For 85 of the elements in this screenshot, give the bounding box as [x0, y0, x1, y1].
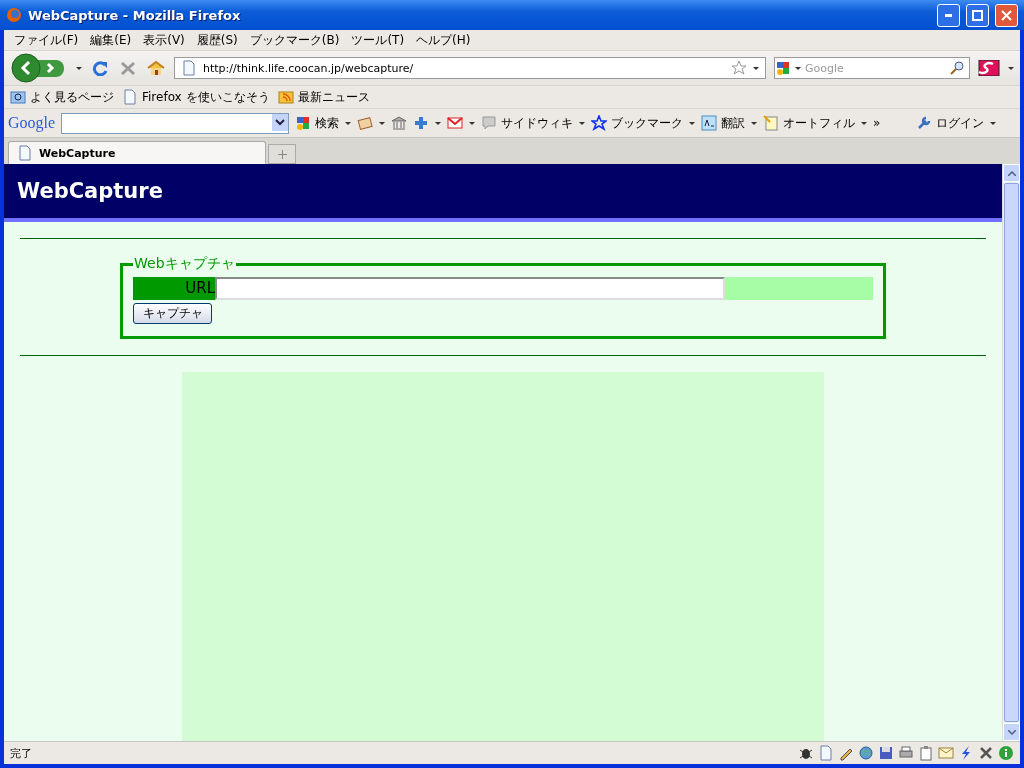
toolbar-item[interactable]: 翻訳 — [701, 114, 746, 132]
dropdown-icon[interactable] — [272, 113, 289, 131]
floppy-icon — [878, 745, 894, 761]
caret-icon[interactable] — [861, 121, 868, 125]
menu-item[interactable]: ヘルプ(H) — [410, 31, 477, 49]
close-button[interactable] — [995, 3, 1018, 27]
toolbar-item[interactable]: » — [873, 116, 881, 130]
caret-icon[interactable] — [753, 66, 759, 70]
page-icon — [17, 145, 33, 161]
page-icon — [181, 60, 197, 76]
globe-icon — [858, 745, 874, 761]
caret-icon[interactable] — [345, 121, 352, 125]
star-icon — [731, 60, 747, 76]
page-header: WebCapture — [4, 164, 1002, 222]
caret-icon[interactable] — [579, 121, 586, 125]
plus-icon — [413, 115, 430, 131]
url-input[interactable] — [215, 277, 725, 300]
caret-icon[interactable] — [435, 121, 442, 125]
caret-icon[interactable] — [990, 121, 997, 125]
url-label: URL — [133, 277, 215, 300]
menu-item[interactable]: 履歴(S) — [190, 31, 244, 49]
google-search-field[interactable] — [61, 112, 290, 134]
minimize-button[interactable] — [937, 3, 960, 27]
scrollbar[interactable] — [1002, 164, 1020, 741]
caret-icon[interactable] — [795, 66, 801, 70]
bookmark-card-icon — [357, 115, 374, 131]
star-icon — [591, 115, 608, 131]
envelope-icon — [938, 745, 954, 761]
toolbar-item[interactable]: サイドウィキ — [481, 114, 574, 132]
menu-item[interactable]: ツール(T) — [345, 31, 411, 49]
google-icon — [775, 60, 791, 76]
s-logo-icon — [978, 60, 1000, 76]
menu-item[interactable]: ファイル(F) — [8, 31, 85, 49]
info-icon — [998, 745, 1014, 761]
google-logo: Google — [8, 114, 56, 132]
maximize-button[interactable] — [966, 3, 989, 27]
reload-icon — [90, 60, 110, 76]
plus-icon — [277, 149, 287, 159]
bookmark-item[interactable]: よく見るページ — [10, 88, 114, 106]
fieldset-legend: Webキャプチャ — [133, 255, 236, 273]
url-text: http://think.life.coocan.jp/webcapture/ — [203, 61, 415, 75]
search-icon — [949, 60, 965, 76]
browser-tab[interactable]: WebCapture — [8, 141, 266, 164]
menu-item[interactable]: 編集(E) — [84, 31, 138, 49]
notepad-icon — [763, 115, 780, 131]
rss-icon — [277, 89, 294, 105]
page-icon — [818, 745, 834, 761]
address-field[interactable]: http://think.life.coocan.jp/webcapture/ — [174, 57, 766, 79]
printer-icon — [898, 745, 914, 761]
window-title: WebCapture - Mozilla Firefox — [28, 7, 242, 23]
stop-icon — [118, 60, 138, 76]
maximize-icon — [972, 9, 983, 21]
capture-button[interactable]: キャプチャ — [133, 303, 212, 324]
scroll-down-icon[interactable] — [1007, 729, 1016, 735]
bank-icon — [391, 115, 408, 131]
menu-item[interactable]: ブックマーク(B) — [243, 31, 346, 49]
mail-icon — [447, 115, 464, 131]
scroll-up-icon[interactable] — [1007, 170, 1016, 176]
toolbar-item[interactable]: ブックマーク — [591, 114, 684, 132]
speech-bubble-icon — [481, 115, 498, 131]
menu-item[interactable]: 表示(V) — [137, 31, 191, 49]
caret-icon[interactable] — [76, 66, 82, 70]
caret-icon[interactable] — [689, 121, 696, 125]
minimize-icon — [945, 13, 952, 17]
toolbar-item[interactable]: 検索 — [295, 114, 340, 132]
toolbar-item[interactable]: ログイン — [916, 114, 985, 132]
magnifier-folder-icon — [10, 89, 26, 105]
caret-icon[interactable] — [1008, 66, 1014, 70]
wrench-icon — [916, 115, 933, 131]
bookmark-item[interactable]: 最新ニュース — [277, 88, 370, 106]
caret-icon[interactable] — [379, 121, 386, 125]
close-icon — [1001, 9, 1012, 21]
caret-icon[interactable] — [469, 121, 476, 125]
translate-icon — [701, 115, 718, 131]
page-icon — [122, 89, 138, 105]
bookmark-item[interactable]: Firefox を使いこなそう — [122, 88, 270, 106]
clipboard-icon — [918, 745, 934, 761]
status-text: 完了 — [10, 745, 33, 761]
google-icon — [295, 115, 312, 131]
new-tab-button[interactable] — [268, 144, 296, 164]
toolbar-item[interactable]: オートフィル — [763, 114, 856, 132]
caret-icon[interactable] — [751, 121, 758, 125]
home-icon — [146, 60, 166, 76]
firefox-icon — [6, 7, 22, 23]
search-placeholder: Google — [805, 61, 845, 75]
